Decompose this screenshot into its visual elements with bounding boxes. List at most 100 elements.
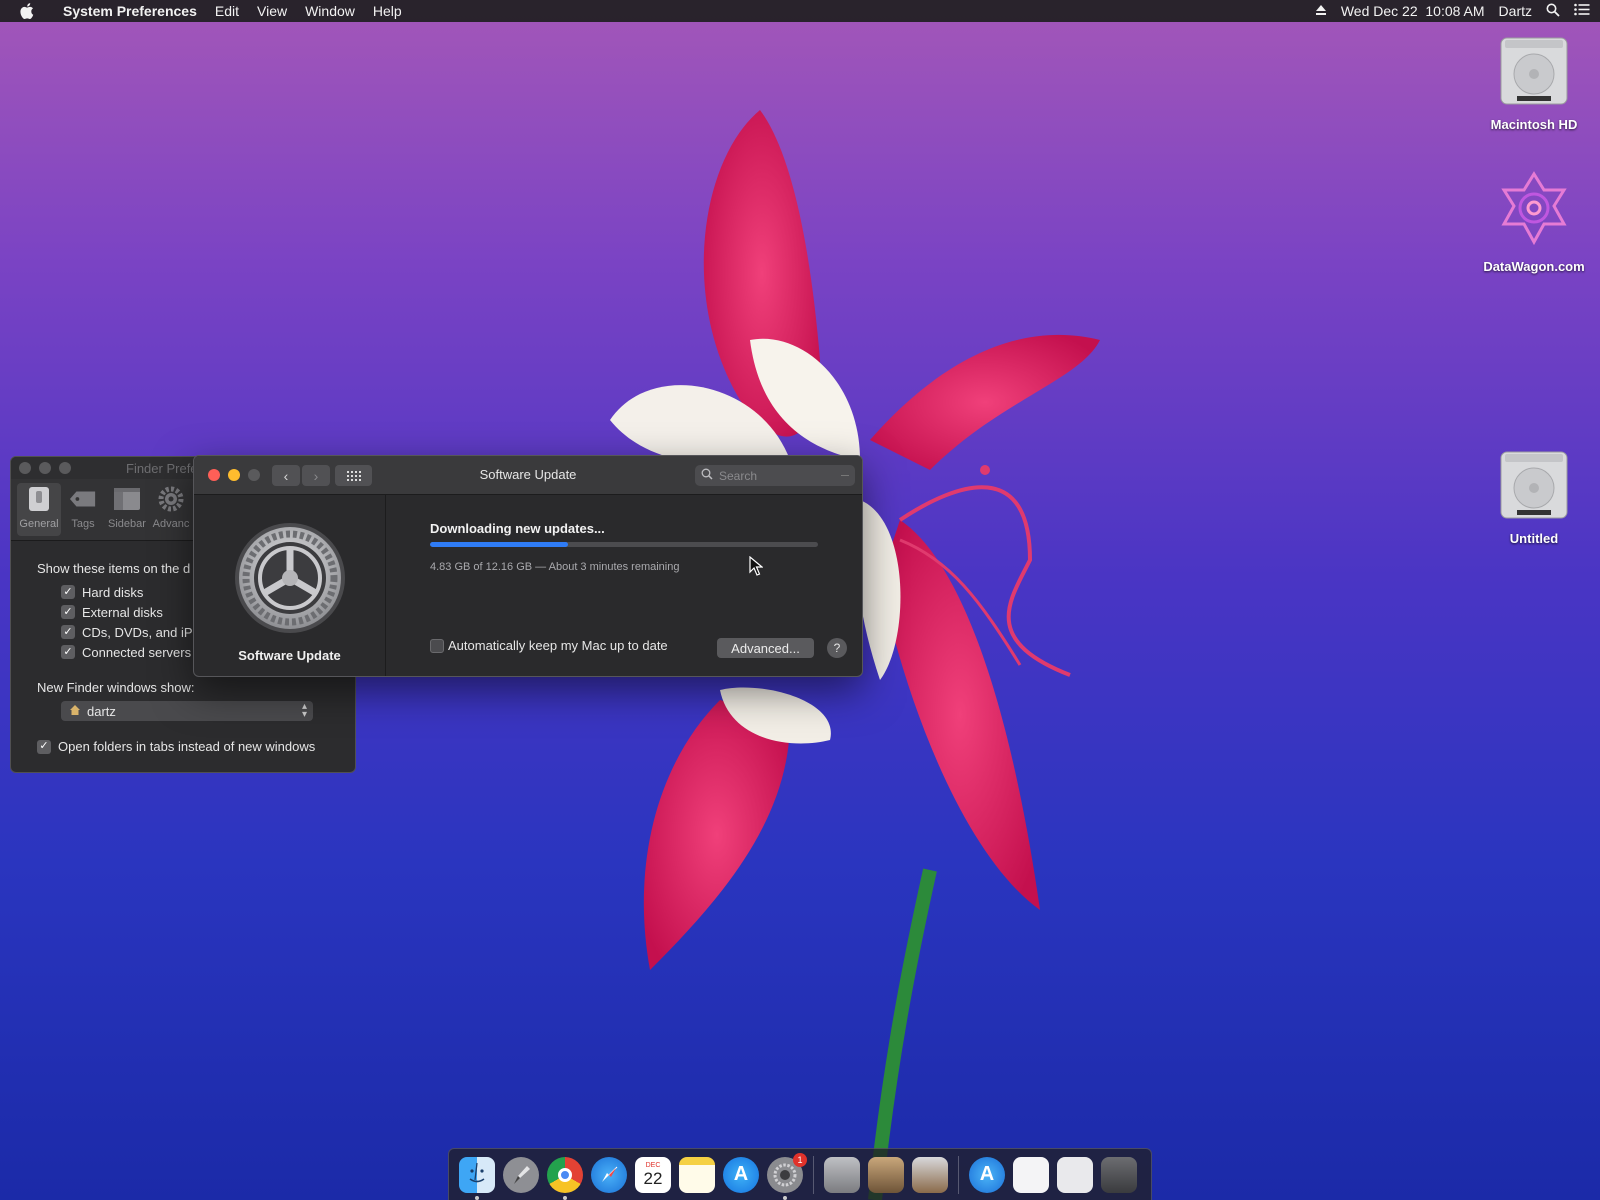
notes-icon[interactable] bbox=[679, 1156, 715, 1193]
auto-update-checkbox[interactable]: Automatically keep my Mac up to date bbox=[430, 638, 668, 653]
spotlight-search-icon[interactable] bbox=[1546, 3, 1560, 20]
software-update-main: Downloading new updates... 4.83 GB of 12… bbox=[430, 495, 862, 676]
document-icon[interactable] bbox=[1013, 1156, 1049, 1193]
chevron-right-icon: › bbox=[313, 467, 319, 484]
checkmark-icon: ✓ bbox=[61, 645, 75, 659]
checkmark-icon: ✓ bbox=[61, 605, 75, 619]
software-update-titlebar[interactable]: ‹ › Software Update bbox=[194, 456, 862, 495]
menu-window[interactable]: Window bbox=[296, 0, 364, 22]
forward-button[interactable]: › bbox=[302, 465, 330, 486]
advanced-button[interactable]: Advanced... bbox=[717, 638, 814, 658]
tab-advanced[interactable]: Advanc bbox=[149, 479, 193, 540]
menu-edit[interactable]: Edit bbox=[206, 0, 248, 22]
notification-center-icon[interactable] bbox=[1574, 3, 1590, 19]
tab-sidebar[interactable]: Sidebar bbox=[105, 479, 149, 540]
running-indicator bbox=[563, 1195, 567, 1200]
app-store-folder-icon[interactable]: A bbox=[969, 1156, 1005, 1193]
search-icon bbox=[701, 467, 713, 485]
tab-label: Tags bbox=[71, 518, 95, 530]
select-value: dartz bbox=[87, 703, 116, 719]
tab-general[interactable]: General bbox=[17, 483, 61, 536]
close-button[interactable] bbox=[19, 462, 31, 474]
home-icon bbox=[69, 704, 81, 719]
tag-icon bbox=[69, 485, 97, 513]
running-indicator bbox=[783, 1195, 787, 1200]
checkmark-icon: ✓ bbox=[37, 739, 51, 754]
search-input[interactable] bbox=[719, 468, 839, 483]
running-indicator bbox=[475, 1195, 479, 1200]
zoom-button[interactable] bbox=[248, 469, 260, 481]
hard-disk-icon bbox=[1474, 34, 1594, 111]
desktop-icon-macintosh-hd[interactable]: Macintosh HD bbox=[1474, 34, 1594, 132]
minimize-button[interactable] bbox=[39, 462, 51, 474]
checkbox-open-in-tabs[interactable]: ✓ Open folders in tabs instead of new wi… bbox=[37, 739, 329, 754]
installer-icon[interactable] bbox=[912, 1156, 948, 1193]
checkbox-label: Open folders in tabs instead of new wind… bbox=[58, 739, 316, 754]
show-all-button[interactable] bbox=[335, 465, 372, 486]
safari-icon[interactable] bbox=[591, 1156, 627, 1193]
checkmark-icon: ✓ bbox=[61, 625, 75, 639]
auto-update-label: Automatically keep my Mac up to date bbox=[448, 638, 668, 653]
tab-label: Sidebar bbox=[108, 518, 146, 530]
eject-icon[interactable] bbox=[1315, 3, 1327, 19]
disk-utility-icon[interactable] bbox=[824, 1156, 860, 1193]
tab-tags[interactable]: Tags bbox=[61, 479, 105, 540]
back-button[interactable]: ‹ bbox=[272, 465, 300, 486]
tab-label: Advanc bbox=[152, 518, 190, 530]
desktop-icon-datawagon[interactable]: DataWagon.com bbox=[1474, 170, 1594, 274]
progress-fill bbox=[430, 542, 568, 547]
gear-icon bbox=[157, 485, 185, 513]
desktop-icon-label: DataWagon.com bbox=[1483, 259, 1585, 274]
launchpad-icon[interactable] bbox=[503, 1156, 539, 1193]
mouse-cursor-icon bbox=[749, 555, 764, 581]
grid-icon bbox=[346, 468, 361, 484]
hard-disk-icon bbox=[1474, 448, 1594, 525]
menu-help[interactable]: Help bbox=[364, 0, 411, 22]
chevron-left-icon: ‹ bbox=[283, 467, 289, 484]
finder-prefs-title: Finder Prefe bbox=[126, 461, 198, 476]
help-button[interactable]: ? bbox=[827, 638, 847, 658]
calendar-day: 22 bbox=[643, 1169, 663, 1188]
checkbox-label: Hard disks bbox=[82, 584, 144, 600]
new-window-heading: New Finder windows show: bbox=[37, 680, 195, 695]
chrome-icon[interactable] bbox=[547, 1156, 583, 1200]
zoom-button[interactable] bbox=[59, 462, 71, 474]
menu-clock[interactable]: Wed Dec 22 10:08 AM bbox=[1341, 3, 1485, 19]
dock: DEC 22 A 1 A bbox=[448, 1148, 1152, 1200]
app-store-icon[interactable]: A bbox=[723, 1156, 759, 1193]
notification-badge: 1 bbox=[793, 1152, 807, 1167]
desktop-icon-label: Untitled bbox=[1509, 531, 1559, 546]
dock-separator bbox=[813, 1155, 814, 1194]
menu-app-name[interactable]: System Preferences bbox=[54, 0, 206, 22]
tab-label: General bbox=[19, 518, 59, 530]
trash-icon[interactable] bbox=[1101, 1156, 1137, 1193]
software-update-gear-icon bbox=[233, 521, 347, 640]
menu-view[interactable]: View bbox=[248, 0, 296, 22]
sidebar-icon bbox=[113, 485, 141, 513]
search-field[interactable] bbox=[695, 465, 855, 486]
image-capture-icon[interactable] bbox=[868, 1156, 904, 1193]
preview-icon[interactable] bbox=[1057, 1156, 1093, 1193]
switch-icon bbox=[25, 485, 53, 513]
progress-detail: 4.83 GB of 12.16 GB — About 3 minutes re… bbox=[430, 561, 680, 573]
search-clear-icon[interactable] bbox=[841, 475, 849, 476]
checkbox-label: Connected servers bbox=[82, 644, 192, 660]
pane-label: Software Update bbox=[238, 648, 341, 663]
disk-image-icon bbox=[1474, 170, 1594, 253]
apple-menu-icon[interactable] bbox=[0, 3, 54, 19]
chevron-updown-icon: ▴ ▾ bbox=[301, 701, 307, 720]
calendar-icon[interactable]: DEC 22 bbox=[635, 1156, 671, 1193]
menu-user[interactable]: Dartz bbox=[1499, 3, 1532, 19]
new-window-select[interactable]: dartz ▴ ▾ bbox=[61, 701, 313, 721]
system-preferences-icon[interactable]: 1 bbox=[767, 1152, 807, 1200]
checkbox-label: External disks bbox=[82, 604, 163, 620]
close-button[interactable] bbox=[208, 469, 220, 481]
checkmark-icon: ✓ bbox=[61, 585, 75, 599]
minimize-button[interactable] bbox=[228, 469, 240, 481]
download-progress-bar bbox=[430, 542, 818, 547]
checkbox-label: CDs, DVDs, and iPo bbox=[82, 624, 200, 640]
finder-icon[interactable] bbox=[459, 1156, 495, 1200]
software-update-sidepanel: Software Update bbox=[194, 495, 386, 676]
desktop-icon-untitled[interactable]: Untitled bbox=[1474, 448, 1594, 546]
checkbox-box bbox=[430, 638, 444, 653]
